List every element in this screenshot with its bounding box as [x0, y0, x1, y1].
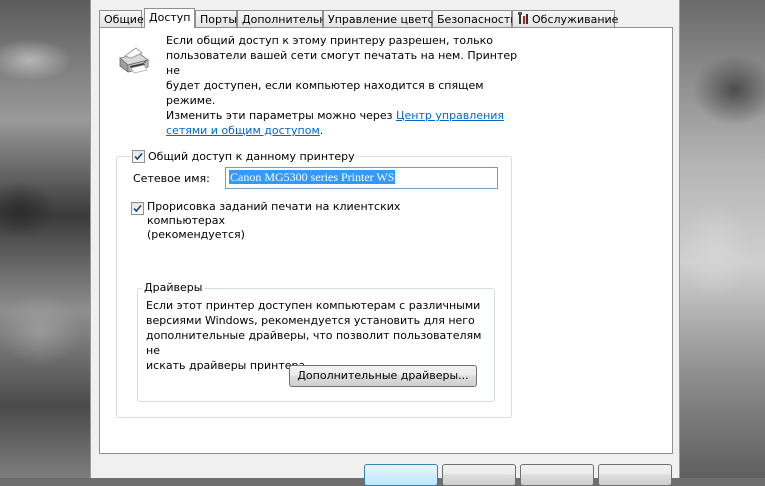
ok-button[interactable]	[364, 464, 438, 486]
drivers-legend: Драйверы	[142, 281, 205, 294]
tab-sharing[interactable]: Доступ	[144, 8, 195, 28]
network-center-link-continued[interactable]: сетями и общим доступом	[166, 124, 320, 137]
checkmark-icon	[134, 152, 143, 160]
network-name-label: Сетевое имя:	[133, 172, 210, 185]
checkbox-box[interactable]	[132, 149, 145, 163]
share-printer-checkbox[interactable]: Общий доступ к данному принтеру	[131, 148, 358, 164]
tab-maintenance[interactable]: Обслуживание	[512, 10, 618, 27]
info-line: сетями и общим доступом.	[166, 124, 324, 137]
info-line: Изменить эти параметры можно через Центр…	[166, 109, 505, 122]
tab-advanced[interactable]: Дополнительно	[237, 10, 333, 27]
help-button[interactable]	[598, 464, 672, 486]
info-line: Если общий доступ к этому принтеру разре…	[166, 34, 493, 47]
additional-drivers-button[interactable]: Дополнительные драйверы...	[289, 365, 477, 387]
info-line: пользователи вашей сети смогут печатать …	[166, 49, 518, 77]
apply-button[interactable]	[520, 464, 594, 486]
share-printer-label: Общий доступ к данному принтеру	[148, 149, 355, 163]
checkbox-box[interactable]	[131, 202, 144, 215]
sharing-tab-panel: Если общий доступ к этому принтеру разре…	[99, 27, 673, 454]
network-name-value: Canon MG5300 series Printer WS	[229, 170, 396, 184]
render-jobs-checkbox[interactable]: Прорисовка заданий печати на клиентских …	[131, 200, 471, 242]
printer-icon	[114, 44, 150, 76]
background-left	[0, 0, 95, 478]
network-center-link[interactable]: Центр управления	[396, 109, 504, 122]
tab-ports[interactable]: Порты	[195, 10, 237, 27]
network-name-input[interactable]: Canon MG5300 series Printer WS	[225, 167, 498, 189]
sharing-info-text: Если общий доступ к этому принтеру разре…	[166, 33, 526, 138]
tab-security[interactable]: Безопасность	[432, 10, 517, 27]
tab-general[interactable]: Общие	[99, 10, 144, 27]
background-right	[675, 0, 765, 478]
cancel-button[interactable]	[442, 464, 516, 486]
printer-properties-dialog: Общие Доступ Порты Дополнительно Управле…	[90, 0, 680, 486]
checkmark-icon	[133, 204, 142, 213]
info-line: будет доступен, если компьютер находится…	[166, 79, 484, 107]
drivers-description: Если этот принтер доступен компьютерам с…	[146, 299, 482, 372]
render-jobs-label: Прорисовка заданий печати на клиентских …	[147, 200, 401, 241]
tab-color-management[interactable]: Управление цветом	[323, 10, 443, 27]
